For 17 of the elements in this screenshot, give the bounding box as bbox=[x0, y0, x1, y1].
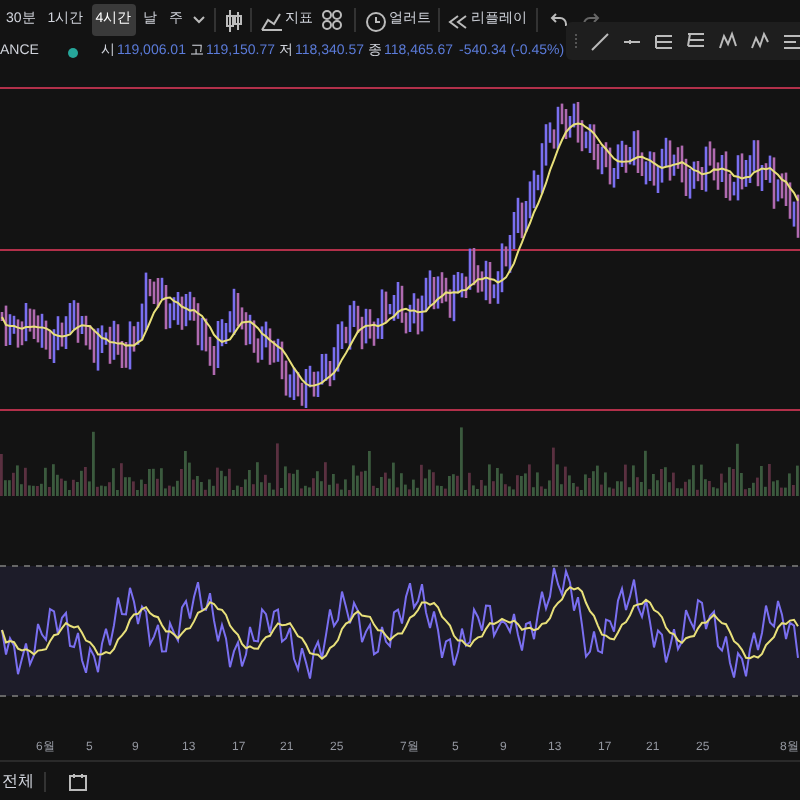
wave-pattern-icon[interactable] bbox=[750, 29, 770, 53]
parallel-channel-icon[interactable] bbox=[654, 29, 674, 53]
fib-lines-icon[interactable] bbox=[686, 29, 706, 53]
date-range-icon[interactable] bbox=[68, 771, 88, 791]
zigzag-pattern-icon[interactable] bbox=[718, 29, 738, 53]
bars-pattern-icon[interactable] bbox=[782, 29, 800, 53]
grid-icon[interactable] bbox=[321, 10, 342, 30]
redo-icon[interactable] bbox=[581, 12, 600, 28]
alarm-clock-icon[interactable] bbox=[363, 9, 386, 31]
drag-handle-icon[interactable] bbox=[574, 33, 578, 49]
candlestick-icon[interactable] bbox=[223, 9, 242, 31]
rewind-icon[interactable] bbox=[445, 9, 468, 31]
chart-icon[interactable] bbox=[259, 9, 282, 31]
range-button[interactable]: 전체 bbox=[0, 769, 34, 793]
trend-line-icon[interactable] bbox=[590, 29, 610, 53]
undo-icon[interactable] bbox=[549, 12, 568, 28]
caret-icon[interactable] bbox=[191, 14, 206, 26]
